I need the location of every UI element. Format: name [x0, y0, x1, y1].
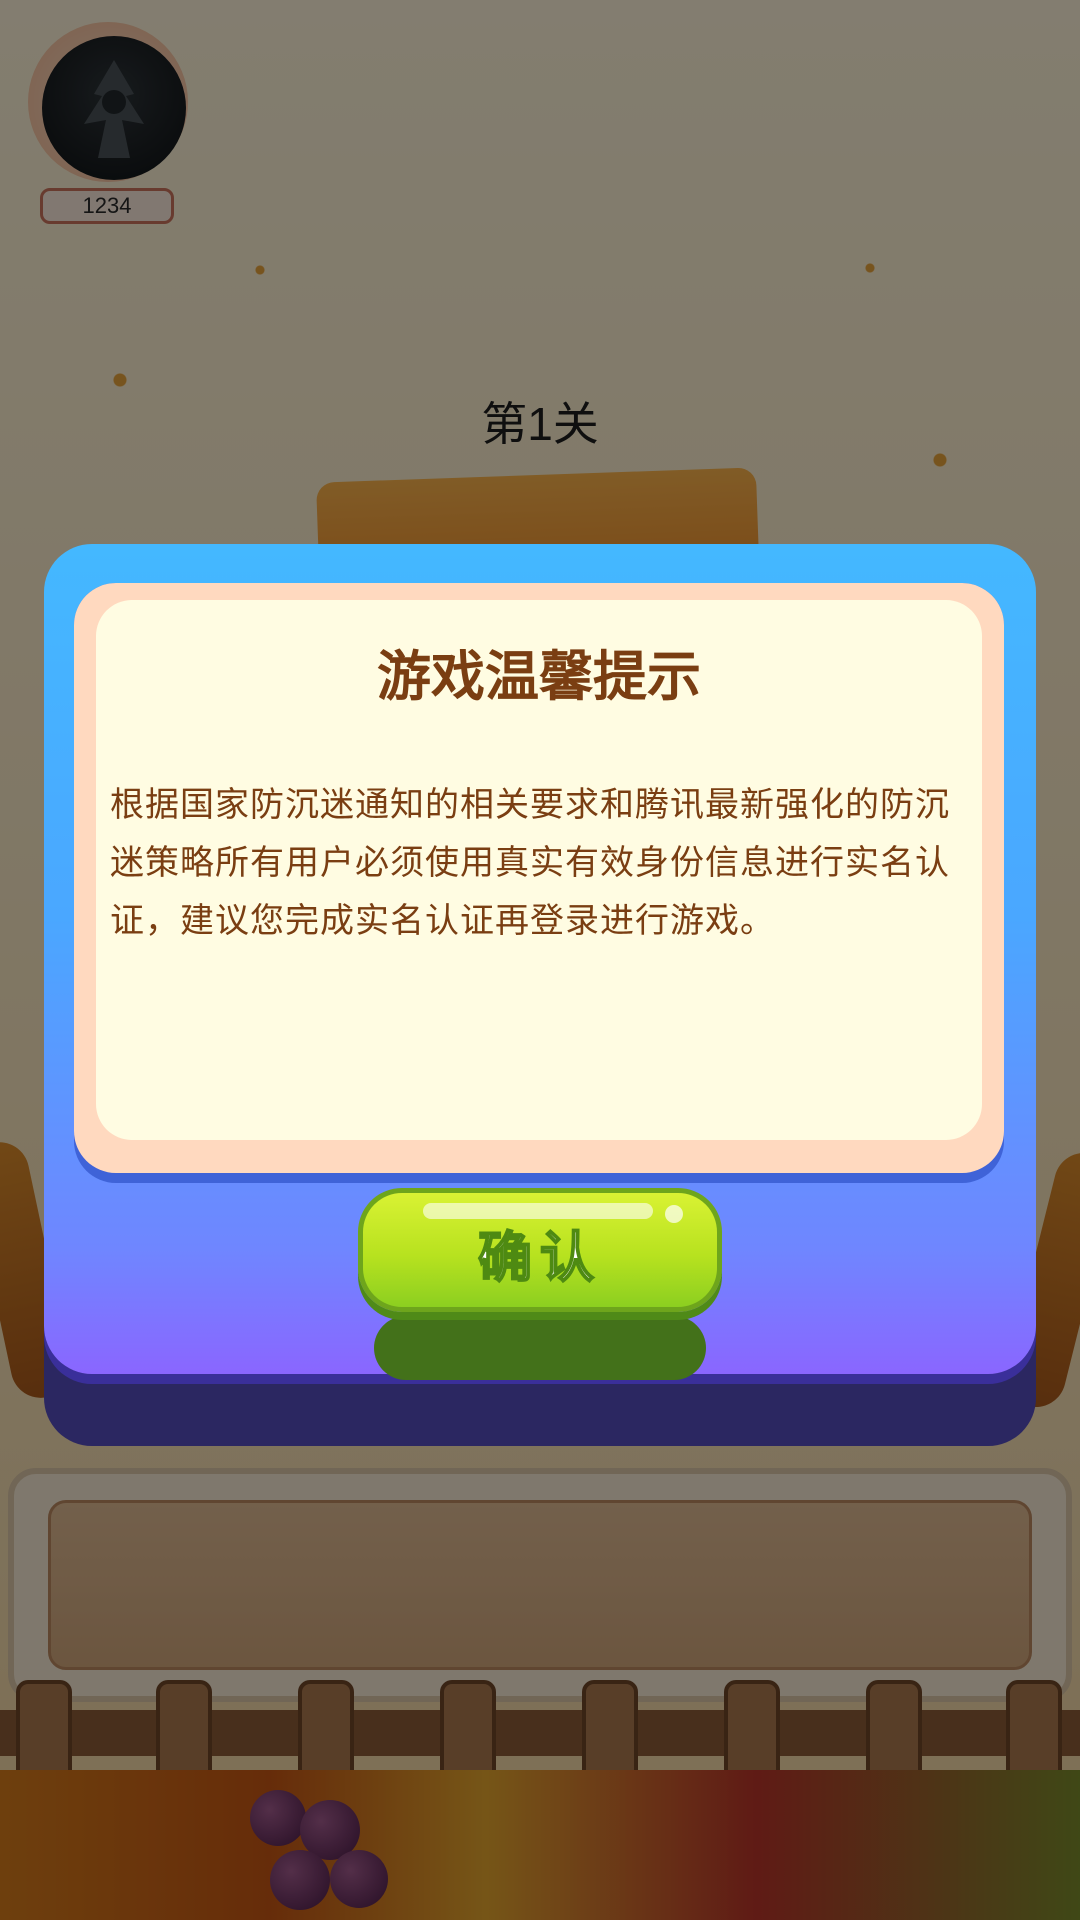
silhouette-avatar-icon: [84, 60, 144, 158]
dialog-title: 游戏温馨提示: [377, 645, 701, 708]
confirm-button-label: 确认: [477, 1225, 602, 1290]
answer-board-inner: [48, 1500, 1032, 1670]
player-avatar-panel[interactable]: 1234: [18, 18, 208, 228]
score-display: 1234: [40, 188, 174, 224]
button-gloss-dot: [665, 1205, 683, 1223]
dialog-message: 根据国家防沉迷通知的相关要求和腾讯最新强化的防沉迷策略所有用户必须使用真实有效身…: [110, 785, 950, 941]
level-title: 第1关: [481, 398, 599, 450]
harvest-fruit-decoration: [0, 1770, 1080, 1920]
avatar[interactable]: [42, 36, 186, 180]
grape-icon: [270, 1850, 330, 1910]
confirm-button[interactable]: 确认: [358, 1188, 722, 1312]
grape-icon: [330, 1850, 388, 1908]
confirm-button-shadow: [374, 1316, 706, 1380]
grape-icon: [250, 1790, 306, 1846]
answer-board: [8, 1468, 1072, 1702]
